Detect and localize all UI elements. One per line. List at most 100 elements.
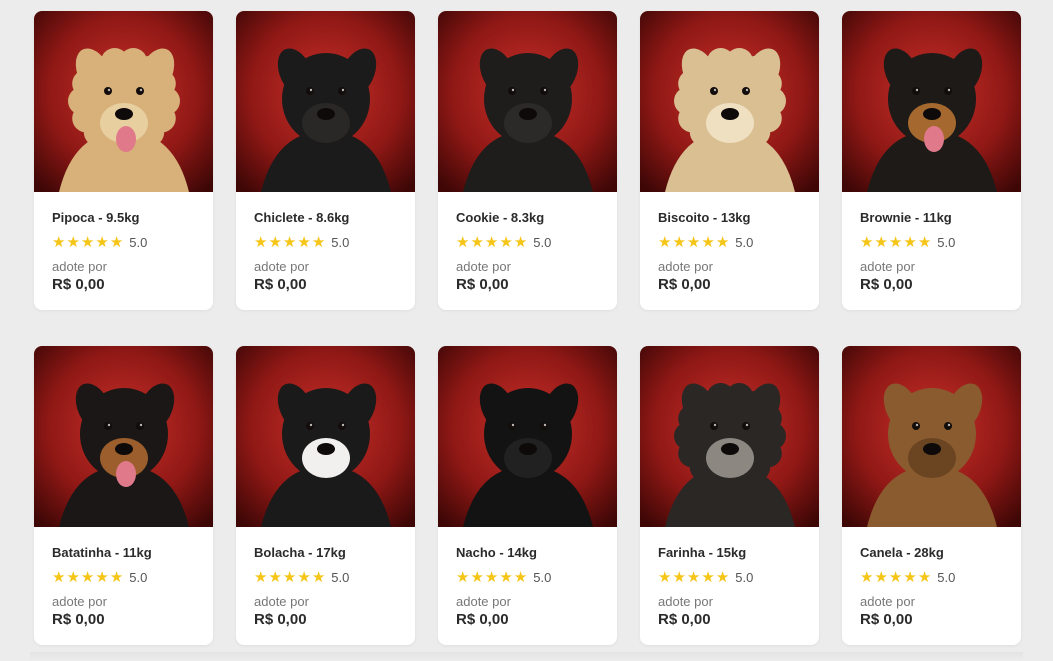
star-rating: ★ ★ ★ ★ ★ 5.0 — [860, 570, 1011, 586]
star-icon: ★ — [903, 234, 917, 251]
star-icon: ★ — [80, 234, 95, 251]
star-rating: ★ ★ ★ ★ ★ 5.0 — [254, 235, 405, 251]
star-rating: ★ ★ ★ ★ ★ 5.0 — [456, 570, 607, 586]
star-icon: ★ — [860, 234, 874, 251]
dog-photo[interactable] — [34, 11, 213, 192]
star-rating: ★ ★ ★ ★ ★ 5.0 — [860, 235, 1011, 251]
rating-value: 5.0 — [331, 570, 350, 585]
dog-name[interactable]: Nacho - 14kg — [456, 545, 607, 561]
adoption-price: R$ 0,00 — [254, 276, 307, 293]
adopt-label: adote por — [52, 259, 107, 274]
dog-photo-art — [438, 346, 617, 527]
dog-info: Cookie - 8.3kg ★ ★ ★ ★ ★ 5.0 adote por R$ 0,00 — [456, 210, 607, 294]
dog-photo[interactable] — [640, 346, 819, 527]
star-icon: ★ — [254, 569, 268, 586]
star-icon: ★ — [109, 234, 124, 251]
star-icon: ★ — [686, 234, 701, 251]
star-icon: ★ — [686, 569, 701, 586]
star-icon: ★ — [456, 569, 470, 586]
dog-card[interactable]: Cookie - 8.3kg ★ ★ ★ ★ ★ 5.0 adote por R$ 0,00 — [438, 11, 617, 310]
dog-card[interactable]: Chiclete - 8.6kg ★ ★ ★ ★ ★ 5.0 adote por R$ 0,00 — [236, 11, 415, 310]
star-icon: ★ — [470, 234, 484, 251]
star-icon: ★ — [282, 234, 297, 251]
adoption-price: R$ 0,00 — [658, 611, 711, 628]
dog-photo[interactable] — [236, 346, 415, 527]
star-icon: ★ — [874, 234, 888, 251]
adoption-price: R$ 0,00 — [456, 611, 509, 628]
star-icon: ★ — [456, 234, 470, 251]
adoption-price: R$ 0,00 — [456, 276, 509, 293]
dog-name[interactable]: Brownie - 11kg — [860, 210, 1011, 226]
star-icon: ★ — [297, 569, 311, 586]
dog-name[interactable]: Biscoito - 13kg — [658, 210, 809, 226]
adopt-label: adote por — [52, 594, 107, 609]
dog-card[interactable]: Batatinha - 11kg ★ ★ ★ ★ ★ 5.0 adote por R$ 0,00 — [34, 346, 213, 645]
star-rating: ★ ★ ★ ★ ★ 5.0 — [658, 570, 809, 586]
star-rating: ★ ★ ★ ★ ★ 5.0 — [456, 235, 607, 251]
star-icon: ★ — [903, 569, 917, 586]
dog-info: Batatinha - 11kg ★ ★ ★ ★ ★ 5.0 adote por R$ 0,00 — [52, 545, 203, 629]
adopt-label: adote por — [456, 259, 511, 274]
star-icon: ★ — [95, 569, 109, 586]
dog-info: Chiclete - 8.6kg ★ ★ ★ ★ ★ 5.0 adote por R$ 0,00 — [254, 210, 405, 294]
dog-name[interactable]: Pipoca - 9.5kg — [52, 210, 203, 226]
rating-value: 5.0 — [735, 570, 754, 585]
dog-photo[interactable] — [842, 346, 1021, 527]
star-rating: ★ ★ ★ ★ ★ 5.0 — [52, 235, 203, 251]
rating-value: 5.0 — [331, 235, 350, 250]
dog-photo-art — [842, 346, 1021, 527]
star-icon: ★ — [513, 234, 528, 251]
dog-name[interactable]: Canela - 28kg — [860, 545, 1011, 561]
star-icon: ★ — [282, 569, 297, 586]
adoption-price: R$ 0,00 — [52, 276, 105, 293]
star-icon: ★ — [254, 234, 268, 251]
dog-card[interactable]: Nacho - 14kg ★ ★ ★ ★ ★ 5.0 adote por R$ 0,00 — [438, 346, 617, 645]
dog-name[interactable]: Batatinha - 11kg — [52, 545, 203, 561]
star-icon: ★ — [109, 569, 124, 586]
star-icon: ★ — [658, 234, 672, 251]
star-icon: ★ — [470, 569, 484, 586]
dog-photo-art — [842, 11, 1021, 192]
dog-card[interactable]: Pipoca - 9.5kg ★ ★ ★ ★ ★ 5.0 adote por R$ 0,00 — [34, 11, 213, 310]
star-icon: ★ — [311, 569, 326, 586]
dog-card[interactable]: Brownie - 11kg ★ ★ ★ ★ ★ 5.0 adote por R$ 0,00 — [842, 11, 1021, 310]
dog-name[interactable]: Cookie - 8.3kg — [456, 210, 607, 226]
dog-photo[interactable] — [842, 11, 1021, 192]
rating-value: 5.0 — [129, 570, 148, 585]
star-icon: ★ — [513, 569, 528, 586]
dog-photo[interactable] — [640, 11, 819, 192]
adoption-price: R$ 0,00 — [860, 276, 913, 293]
star-icon: ★ — [658, 569, 672, 586]
rating-value: 5.0 — [735, 235, 754, 250]
dog-photo-art — [236, 346, 415, 527]
adopt-label: adote por — [254, 594, 309, 609]
rating-value: 5.0 — [533, 235, 552, 250]
dog-name[interactable]: Bolacha - 17kg — [254, 545, 405, 561]
dog-card[interactable]: Canela - 28kg ★ ★ ★ ★ ★ 5.0 adote por R$ 0,00 — [842, 346, 1021, 645]
star-rating: ★ ★ ★ ★ ★ 5.0 — [254, 570, 405, 586]
dog-card[interactable]: Farinha - 15kg ★ ★ ★ ★ ★ 5.0 adote por R$ 0,00 — [640, 346, 819, 645]
dog-photo[interactable] — [236, 11, 415, 192]
dog-name[interactable]: Chiclete - 8.6kg — [254, 210, 405, 226]
star-icon: ★ — [715, 234, 730, 251]
dog-photo[interactable] — [438, 346, 617, 527]
dog-card[interactable]: Biscoito - 13kg ★ ★ ★ ★ ★ 5.0 adote por R$ 0,00 — [640, 11, 819, 310]
dog-photo[interactable] — [34, 346, 213, 527]
star-icon: ★ — [268, 234, 282, 251]
rating-value: 5.0 — [533, 570, 552, 585]
star-icon: ★ — [499, 234, 513, 251]
dog-info: Pipoca - 9.5kg ★ ★ ★ ★ ★ 5.0 adote por R$ 0,00 — [52, 210, 203, 294]
dog-photo[interactable] — [438, 11, 617, 192]
star-icon: ★ — [701, 569, 715, 586]
rating-value: 5.0 — [937, 235, 956, 250]
dog-name[interactable]: Farinha - 15kg — [658, 545, 809, 561]
star-icon: ★ — [66, 234, 80, 251]
dog-card[interactable]: Bolacha - 17kg ★ ★ ★ ★ ★ 5.0 adote por R$ 0,00 — [236, 346, 415, 645]
dog-info: Canela - 28kg ★ ★ ★ ★ ★ 5.0 adote por R$ 0,00 — [860, 545, 1011, 629]
star-icon: ★ — [715, 569, 730, 586]
star-icon: ★ — [860, 569, 874, 586]
star-icon: ★ — [52, 234, 66, 251]
dog-photo-art — [236, 11, 415, 192]
star-icon: ★ — [268, 569, 282, 586]
star-icon: ★ — [888, 234, 903, 251]
